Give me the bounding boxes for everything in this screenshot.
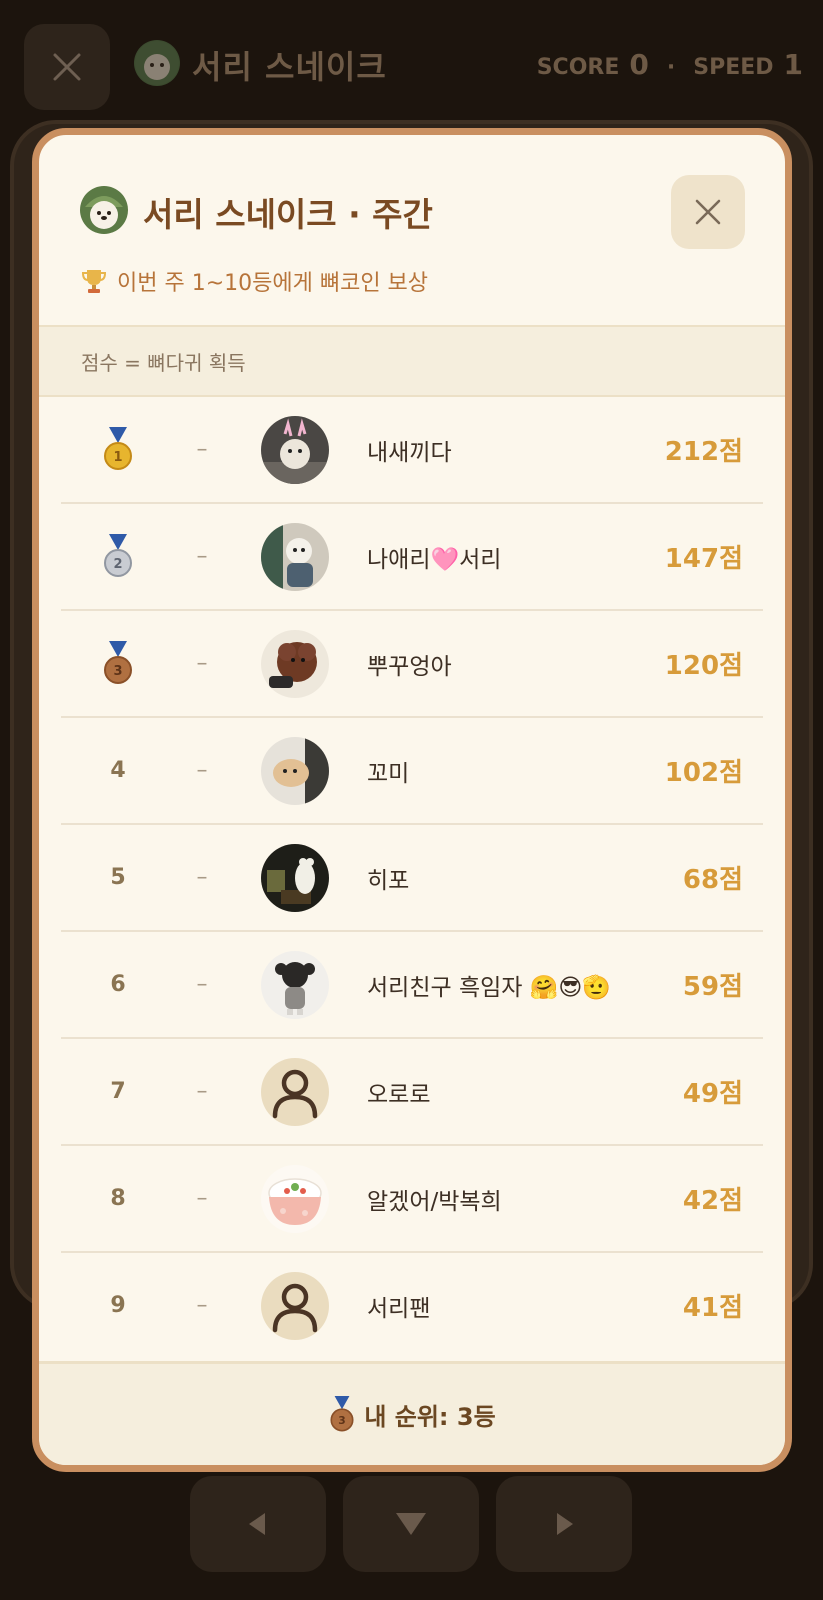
player-points: 41점 — [682, 1293, 743, 1323]
separator: · — [666, 55, 676, 80]
game-mascot-icon — [134, 40, 180, 86]
player-name: 서리팬 — [367, 1295, 431, 1322]
player-name: 뿌꾸엉아 — [367, 653, 452, 680]
modal-header: 서리 스네이크 · 주간 이번 주 1~10등에게 뼈코인 보상 — [39, 135, 785, 325]
leaderboard-row: 1 – 내새끼다 212점 — [61, 397, 763, 504]
down-button[interactable] — [343, 1476, 479, 1572]
rank-change: – — [196, 544, 208, 569]
avatar — [261, 951, 329, 1019]
avatar — [261, 737, 329, 805]
speed-value: 1 — [783, 48, 803, 81]
close-icon — [695, 199, 721, 225]
player-name: 나애리🩷서리 — [367, 546, 502, 573]
avatar — [261, 416, 329, 484]
my-rank-footer: 3 내 순위: 3등 — [39, 1361, 785, 1465]
player-points: 42점 — [682, 1186, 743, 1216]
right-button[interactable] — [496, 1476, 632, 1572]
leaderboard-row: 3 – 뿌꾸엉아 120점 — [61, 611, 763, 718]
scoring-info: 점수 = 뼈다귀 획득 — [39, 325, 785, 397]
rank-change: – — [196, 758, 208, 783]
rank-change: – — [196, 651, 208, 676]
score-value: 0 — [629, 48, 649, 81]
left-button[interactable] — [190, 1476, 326, 1572]
svg-text:3: 3 — [339, 1414, 346, 1427]
bronze-medal-icon: 3 — [330, 1395, 354, 1431]
score-label: SCORE — [536, 55, 620, 80]
my-rank-text: 내 순위: 3등 — [364, 1403, 496, 1431]
leaderboard-row: 9 – 서리팬 41점 — [61, 1253, 763, 1343]
rice-bowl-icon — [261, 1165, 329, 1233]
leaderboard-row: 7 – 오로로 49점 — [61, 1039, 763, 1146]
rank-change: – — [196, 437, 208, 462]
speed-label: SPEED — [693, 55, 774, 80]
down-arrow-icon — [396, 1513, 426, 1535]
reward-notice-text: 이번 주 1~10등에게 뼈코인 보상 — [117, 271, 429, 296]
rank-number: 8 — [110, 1186, 126, 1211]
avatar — [261, 844, 329, 912]
player-points: 68점 — [682, 865, 743, 895]
svg-text:1: 1 — [113, 450, 122, 465]
rank-number: 7 — [110, 1079, 126, 1104]
svg-text:2: 2 — [113, 557, 122, 572]
silver-medal-icon: 2 — [101, 504, 135, 609]
leaderboard-row: 6 – 서리친구 흑임자 🤗😎🫡 59점 — [61, 932, 763, 1039]
rank-number: 4 — [110, 758, 126, 783]
left-arrow-icon — [249, 1513, 265, 1535]
rank-change: – — [196, 865, 208, 890]
avatar — [261, 630, 329, 698]
player-points: 120점 — [664, 651, 743, 681]
player-name: 오로로 — [367, 1081, 431, 1108]
right-arrow-icon — [557, 1513, 573, 1535]
player-name: 알겠어/박복희 — [367, 1188, 502, 1215]
player-points: 102점 — [664, 758, 743, 788]
default-avatar-icon — [261, 1272, 329, 1340]
player-points: 49점 — [682, 1079, 743, 1109]
trophy-icon — [81, 270, 107, 293]
leaderboard-row: 4 – 꼬미 102점 — [61, 718, 763, 825]
player-points: 59점 — [682, 972, 743, 1002]
mascot-icon — [79, 185, 129, 235]
rank-number: 9 — [110, 1293, 126, 1318]
player-points: 212점 — [664, 437, 743, 467]
leaderboard-modal: 서리 스네이크 · 주간 이번 주 1~10등에게 뼈코인 보상 점수 = 뼈다… — [32, 128, 792, 1472]
avatar — [261, 523, 329, 591]
score-display: SCORE 0 · SPEED 1 — [537, 48, 803, 81]
close-icon — [53, 53, 81, 81]
game-title: 서리 스네이크 — [192, 48, 387, 86]
rank-number: 5 — [110, 865, 126, 890]
default-avatar-icon — [261, 1058, 329, 1126]
rank-change: – — [196, 1186, 208, 1211]
svg-text:3: 3 — [113, 664, 122, 679]
player-name: 히포 — [367, 867, 410, 894]
gold-medal-icon: 1 — [101, 397, 135, 502]
game-close-button[interactable] — [24, 24, 110, 110]
rank-change: – — [196, 1293, 208, 1318]
rank-change: – — [196, 1079, 208, 1104]
player-name: 꼬미 — [367, 760, 410, 787]
leaderboard-row: 5 – 히포 68점 — [61, 825, 763, 932]
game-top-bar: 서리 스네이크 SCORE 0 · SPEED 1 — [0, 0, 823, 130]
rank-change: – — [196, 972, 208, 997]
leaderboard-row: 2 – 나애리🩷서리 147점 — [61, 504, 763, 611]
leaderboard-row: 8 – 알겠어/박복희 42점 — [61, 1146, 763, 1253]
leaderboard-list[interactable]: 1 – 내새끼다 212점 2 – 나애리🩷서리 147점 3 – 뿌꾸엉아 1… — [61, 397, 763, 1343]
bronze-medal-icon: 3 — [101, 611, 135, 716]
player-points: 147점 — [664, 544, 743, 574]
modal-title: 서리 스네이크 · 주간 — [143, 195, 433, 234]
rank-number: 6 — [110, 972, 126, 997]
player-name: 내새끼다 — [367, 439, 452, 466]
player-name: 서리친구 흑임자 🤗😎🫡 — [367, 974, 611, 1001]
reward-notice: 이번 주 1~10등에게 뼈코인 보상 — [79, 265, 428, 297]
modal-close-button[interactable] — [671, 175, 745, 249]
